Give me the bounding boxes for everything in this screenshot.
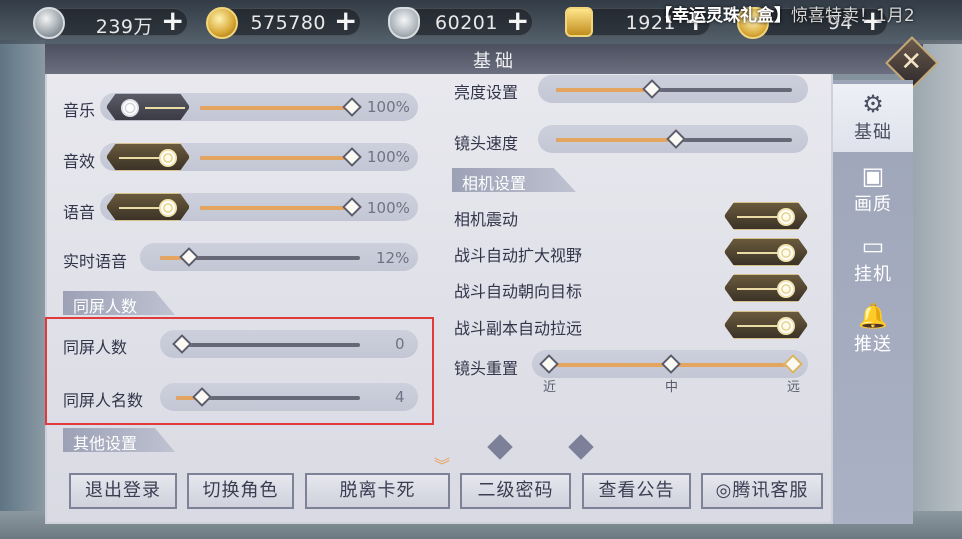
add-ingot-button[interactable]: +	[506, 7, 529, 35]
currency-value: 239万	[95, 16, 153, 38]
music-slider-fill	[200, 106, 352, 110]
tick-far: 远	[787, 380, 801, 395]
picture-icon: ▣	[861, 162, 885, 190]
music-label: 音乐	[63, 101, 96, 120]
gold-coin-icon	[206, 7, 238, 39]
add-gold-button[interactable]: +	[334, 7, 357, 35]
tab-label: 挂机	[854, 264, 892, 285]
page-title: 基础	[473, 51, 517, 72]
tab-basic[interactable]: ⚙ 基础	[833, 84, 913, 152]
switch-role-button[interactable]: 切换角色	[187, 473, 294, 509]
promo-bracket: 】	[774, 6, 791, 26]
toggle-line	[737, 325, 777, 327]
promo-marquee[interactable]: 【幸运灵珠礼盒】惊喜特卖！1月2	[655, 1, 955, 26]
toggle-line	[737, 252, 777, 254]
auto-zoom-toggle[interactable]	[724, 238, 808, 266]
music-percent: 100%	[367, 98, 410, 116]
support-button[interactable]: ◎腾讯客服	[701, 473, 823, 509]
toggle-knob	[777, 208, 795, 226]
toggle-knob	[159, 149, 177, 167]
currency-gold: 575780 +	[206, 7, 361, 39]
background-right	[912, 40, 962, 539]
toggle-knob	[777, 280, 795, 298]
tab-graphics[interactable]: ▣ 画质	[833, 156, 913, 224]
gear-icon: ⚙	[862, 90, 884, 118]
toggle-line	[145, 107, 185, 109]
support-icon: ◎	[715, 480, 733, 501]
toggle-knob	[777, 317, 795, 335]
brightness-label: 亮度设置	[454, 83, 519, 102]
tab-label: 画质	[854, 194, 892, 215]
promo-text: 惊喜特卖！1月2	[791, 6, 915, 26]
music-toggle[interactable]	[106, 93, 190, 121]
voice-slider-fill	[200, 206, 352, 210]
background-left	[0, 40, 45, 539]
brightness-slider-fill	[556, 88, 652, 92]
silver-coin-icon	[33, 7, 65, 39]
monitor-icon: ▭	[861, 232, 885, 260]
tab-label: 基础	[854, 122, 892, 143]
auto-face-label: 战斗自动朝向目标	[454, 282, 583, 301]
logout-button[interactable]: 退出登录	[69, 473, 177, 509]
section-title: 同屏人数	[73, 297, 138, 316]
toggle-knob	[777, 244, 795, 262]
locked-gold-icon	[565, 7, 593, 37]
currency-value: 575780	[250, 12, 326, 34]
dungeon-zoom-toggle[interactable]	[724, 311, 808, 339]
voice-toggle[interactable]	[106, 193, 190, 221]
section-title: 相机设置	[462, 174, 527, 193]
dungeon-zoom-label: 战斗副本自动拉远	[454, 319, 583, 338]
camera-shake-toggle[interactable]	[724, 202, 808, 230]
live-voice-percent: 12%	[376, 249, 410, 267]
tick-near: 近	[543, 380, 557, 395]
effects-toggle[interactable]	[106, 143, 190, 171]
auto-zoom-label: 战斗自动扩大视野	[454, 246, 583, 265]
toggle-line	[737, 288, 777, 290]
tab-bar: ⚙ 基础 ▣ 画质 ▭ 挂机 🔔 推送	[833, 80, 913, 524]
tick-mid: 中	[665, 380, 679, 395]
effects-label: 音效	[63, 152, 96, 171]
currency-silver: 239万 +	[33, 7, 188, 39]
promo-name: 幸运灵珠礼盒	[672, 6, 774, 26]
toggle-line	[119, 207, 159, 209]
tab-idle[interactable]: ▭ 挂机	[833, 226, 913, 294]
camera-reset-label: 镜头重置	[454, 359, 519, 378]
tab-push[interactable]: 🔔 推送	[833, 296, 913, 364]
toggle-line	[737, 216, 777, 218]
voice-label: 语音	[63, 203, 96, 222]
currency-silver-ingot: 60201 +	[388, 7, 533, 39]
camera-speed-slider-fill	[556, 138, 676, 142]
bell-icon: 🔔	[858, 302, 888, 330]
currency-bar: 239万 + 575780 + 60201 + 1921 + 94 + 【幸运灵…	[0, 0, 962, 44]
add-silver-button[interactable]: +	[161, 7, 184, 35]
toggle-knob	[159, 199, 177, 217]
bottom-button-row: 退出登录 切换角色 脱离卡死 二级密码 查看公告 ◎腾讯客服	[45, 462, 833, 522]
effects-slider-fill	[200, 156, 352, 160]
close-icon: ✕	[900, 47, 923, 78]
announcement-button[interactable]: 查看公告	[582, 473, 691, 509]
silver-ingot-icon	[388, 7, 420, 39]
unstuck-button[interactable]: 脱离卡死	[305, 473, 450, 509]
section-title: 其他设置	[73, 434, 138, 453]
live-voice-label: 实时语音	[63, 252, 128, 271]
title-bar: 基础	[45, 44, 923, 74]
effects-percent: 100%	[367, 148, 410, 166]
toggle-line	[119, 157, 159, 159]
toggle-knob	[121, 99, 139, 117]
highlight-box	[45, 317, 434, 425]
promo-bracket: 【	[655, 6, 672, 26]
support-label: 腾讯客服	[732, 480, 809, 501]
voice-percent: 100%	[367, 199, 410, 217]
currency-value: 60201	[435, 12, 498, 34]
tab-label: 推送	[854, 334, 892, 355]
auto-face-toggle[interactable]	[724, 274, 808, 302]
camera-shake-label: 相机震动	[454, 210, 519, 229]
second-password-button[interactable]: 二级密码	[460, 473, 571, 509]
camera-speed-label: 镜头速度	[454, 134, 519, 153]
